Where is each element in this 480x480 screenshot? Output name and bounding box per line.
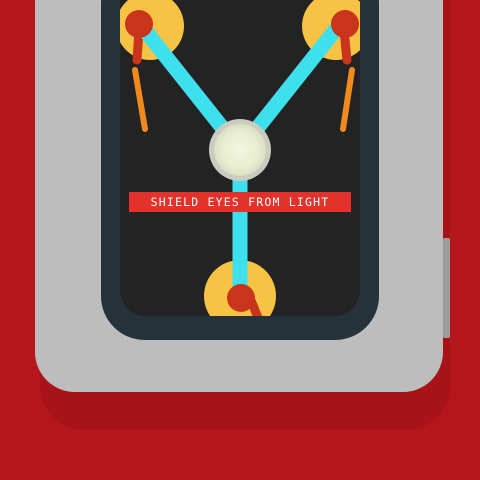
warning-label: SHIELD EYES FROM LIGHT — [129, 192, 351, 212]
flux-capacitor-graphic — [0, 0, 480, 480]
electrode-right — [331, 10, 359, 38]
flux-capacitor-illustration: SHIELD EYES FROM LIGHT — [0, 0, 480, 480]
core — [214, 124, 266, 176]
casing-side-ridge — [443, 238, 450, 338]
electrode-left — [125, 10, 153, 38]
electrode-bottom — [227, 284, 255, 312]
